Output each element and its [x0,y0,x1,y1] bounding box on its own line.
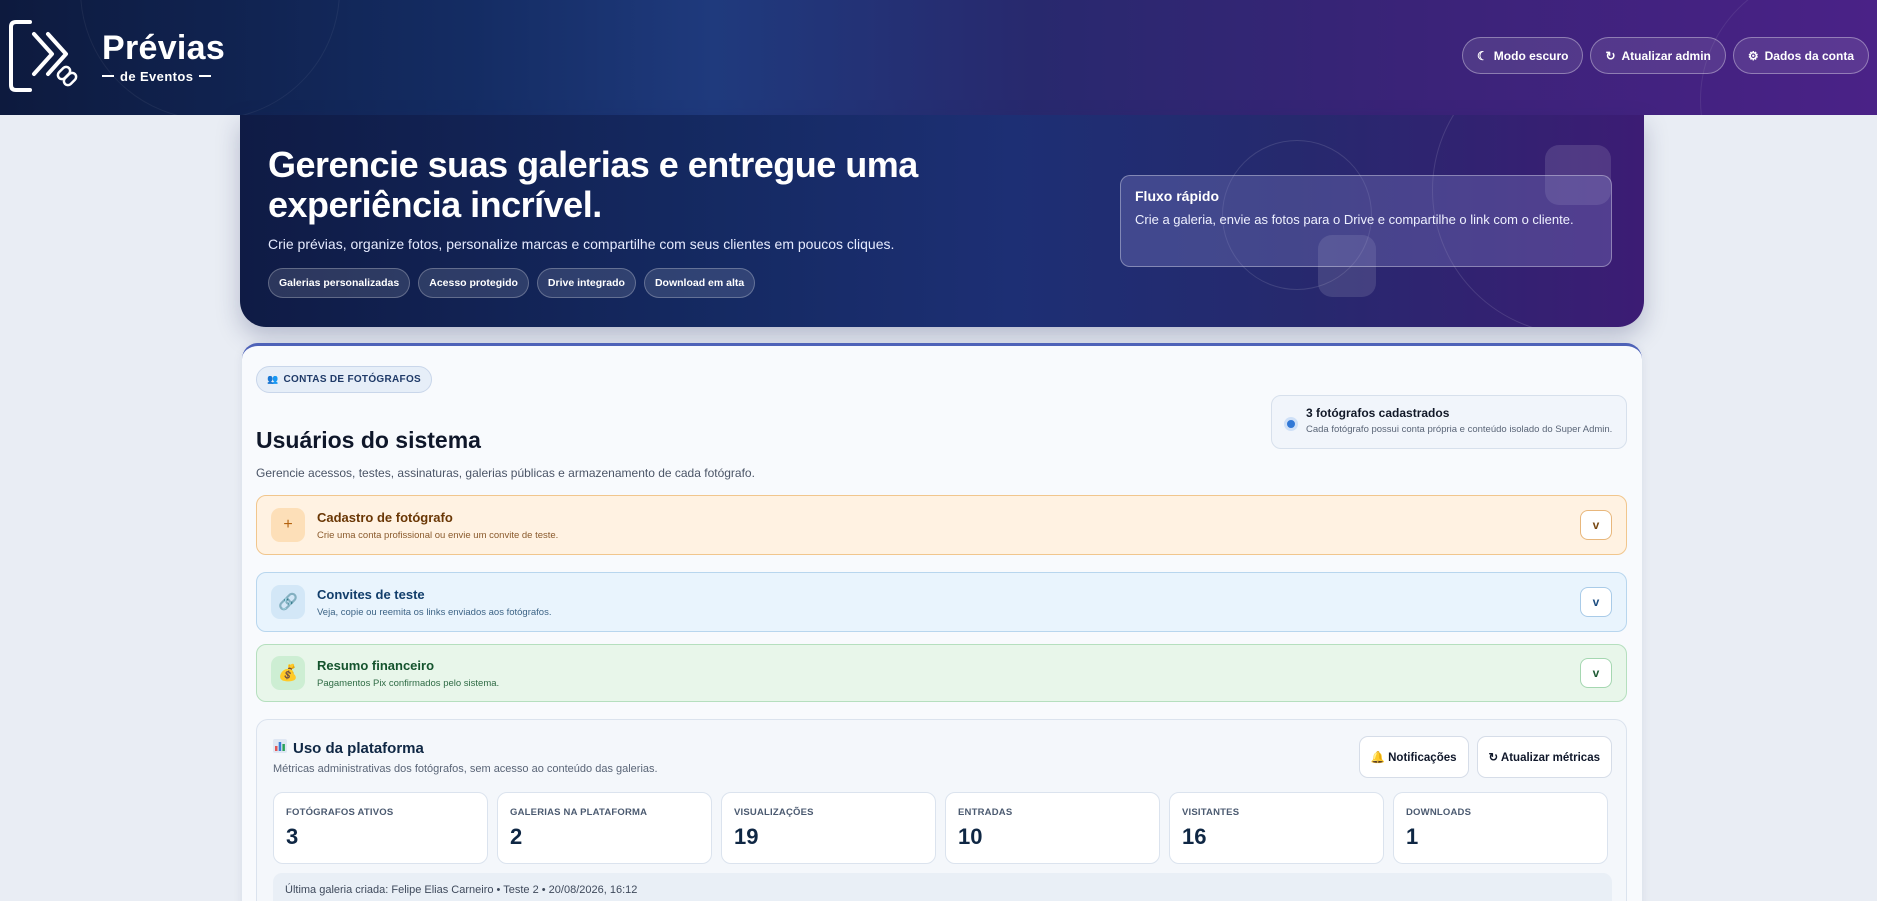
metric-tile: GALERIAS NA PLATAFORMA 2 [497,792,712,864]
metric-label: FOTÓGRAFOS ATIVOS [286,807,394,818]
accordion-register-photographer[interactable]: + Cadastro de fotógrafo Crie uma conta p… [256,495,1627,555]
accordion-financial-summary[interactable]: 💰 Resumo financeiro Pagamentos Pix confi… [256,644,1627,702]
chevron-down-icon[interactable]: v [1580,587,1612,617]
accordion-test-invites[interactable]: 🔗 Convites de teste Veja, copie ou reemi… [256,572,1627,632]
accordion-title: Cadastro de fotógrafo [317,509,453,525]
metric-tile: VISITANTES 16 [1169,792,1384,864]
logo-mark-icon [8,18,84,94]
notifications-button[interactable]: 🔔 Notificações [1358,736,1469,778]
chart-icon [273,739,287,757]
metric-label: GALERIAS NA PLATAFORMA [510,807,648,818]
app-logo[interactable]: Prévias de Eventos [8,18,225,94]
plus-icon: + [271,508,305,542]
dark-mode-button[interactable]: ☾ Modo escuro [1462,37,1584,74]
photographer-count: 3 fotógrafos cadastrados [1306,406,1450,420]
metric-value: 16 [1182,824,1207,849]
metric-value: 19 [734,824,759,849]
logo-title: Prévias [102,28,226,67]
photographer-count-description: Cada fotógrafo possui conta própria e co… [1306,424,1613,435]
metric-value: 2 [510,824,523,849]
feature-chip: Drive integrado [536,268,636,298]
quick-flow-description: Crie a galeria, envie as fotos para o Dr… [1135,212,1574,227]
logo-subtitle: de Eventos [102,69,225,84]
feature-chip: Download em alta [643,268,756,298]
hero-title: Gerencie suas galerias e entregue uma ex… [268,144,918,225]
hero-banner: Gerencie suas galerias e entregue uma ex… [240,115,1644,327]
chevron-down-icon[interactable]: v [1580,510,1612,540]
platform-usage-description: Métricas administrativas dos fotógrafos,… [273,763,658,775]
photographer-count-card: 3 fotógrafos cadastrados Cada fotógrafo … [1271,395,1627,449]
section-badge: 👥 CONTAS DE FOTÓGRAFOS [256,366,432,393]
page-description: Gerencie acessos, testes, assinaturas, g… [256,466,755,480]
refresh-metrics-button[interactable]: ↻ Atualizar métricas [1476,736,1612,778]
last-gallery-info: Última galeria criada: Felipe Elias Carn… [273,873,1612,901]
refresh-admin-button[interactable]: ↻ Atualizar admin [1590,37,1726,74]
platform-usage-panel: Uso da plataforma Métricas administrativ… [256,719,1627,901]
refresh-icon: ↻ [1605,48,1616,63]
status-dot-icon [1284,417,1298,431]
platform-usage-title: Uso da plataforma [273,739,424,757]
link-icon: 🔗 [271,585,305,619]
top-header: Prévias de Eventos ☾ Modo escuro ↻ Atual… [0,0,1877,115]
quick-flow-title: Fluxo rápido [1135,188,1219,204]
accordion-description: Pagamentos Pix confirmados pelo sistema. [317,677,500,689]
metric-value: 10 [958,824,983,849]
accordion-title: Convites de teste [317,586,425,602]
accordion-description: Veja, copie ou reemita os links enviados… [317,606,552,618]
metric-value: 3 [286,824,299,849]
users-section: 👥 CONTAS DE FOTÓGRAFOS Usuários do siste… [242,343,1642,901]
money-bag-icon: 💰 [271,656,305,690]
moon-icon: ☾ [1477,48,1488,63]
metric-tile: FOTÓGRAFOS ATIVOS 3 [273,792,488,864]
feature-chip: Galerias personalizadas [268,268,411,298]
account-data-button[interactable]: ⚙ Dados da conta [1732,37,1869,74]
accordion-title: Resumo financeiro [317,657,435,673]
page-title: Usuários do sistema [256,427,481,453]
metric-tile: VISUALIZAÇÕES 19 [721,792,936,864]
metric-label: ENTRADAS [958,807,1013,818]
metric-label: DOWNLOADS [1406,807,1472,818]
users-icon: 👥 [267,374,279,384]
metric-tile: ENTRADAS 10 [945,792,1160,864]
hero-subtitle: Crie prévias, organize fotos, personaliz… [268,236,895,252]
chevron-down-icon[interactable]: v [1580,658,1612,688]
accordion-description: Crie uma conta profissional ou envie um … [317,529,559,541]
gear-icon: ⚙ [1747,48,1759,63]
metric-label: VISUALIZAÇÕES [734,807,814,818]
metric-tile: DOWNLOADS 1 [1393,792,1608,864]
metric-value: 1 [1406,824,1419,849]
feature-chip: Acesso protegido [418,268,529,298]
quick-flow-card: Fluxo rápido Crie a galeria, envie as fo… [1120,175,1612,267]
metric-label: VISITANTES [1182,807,1240,818]
